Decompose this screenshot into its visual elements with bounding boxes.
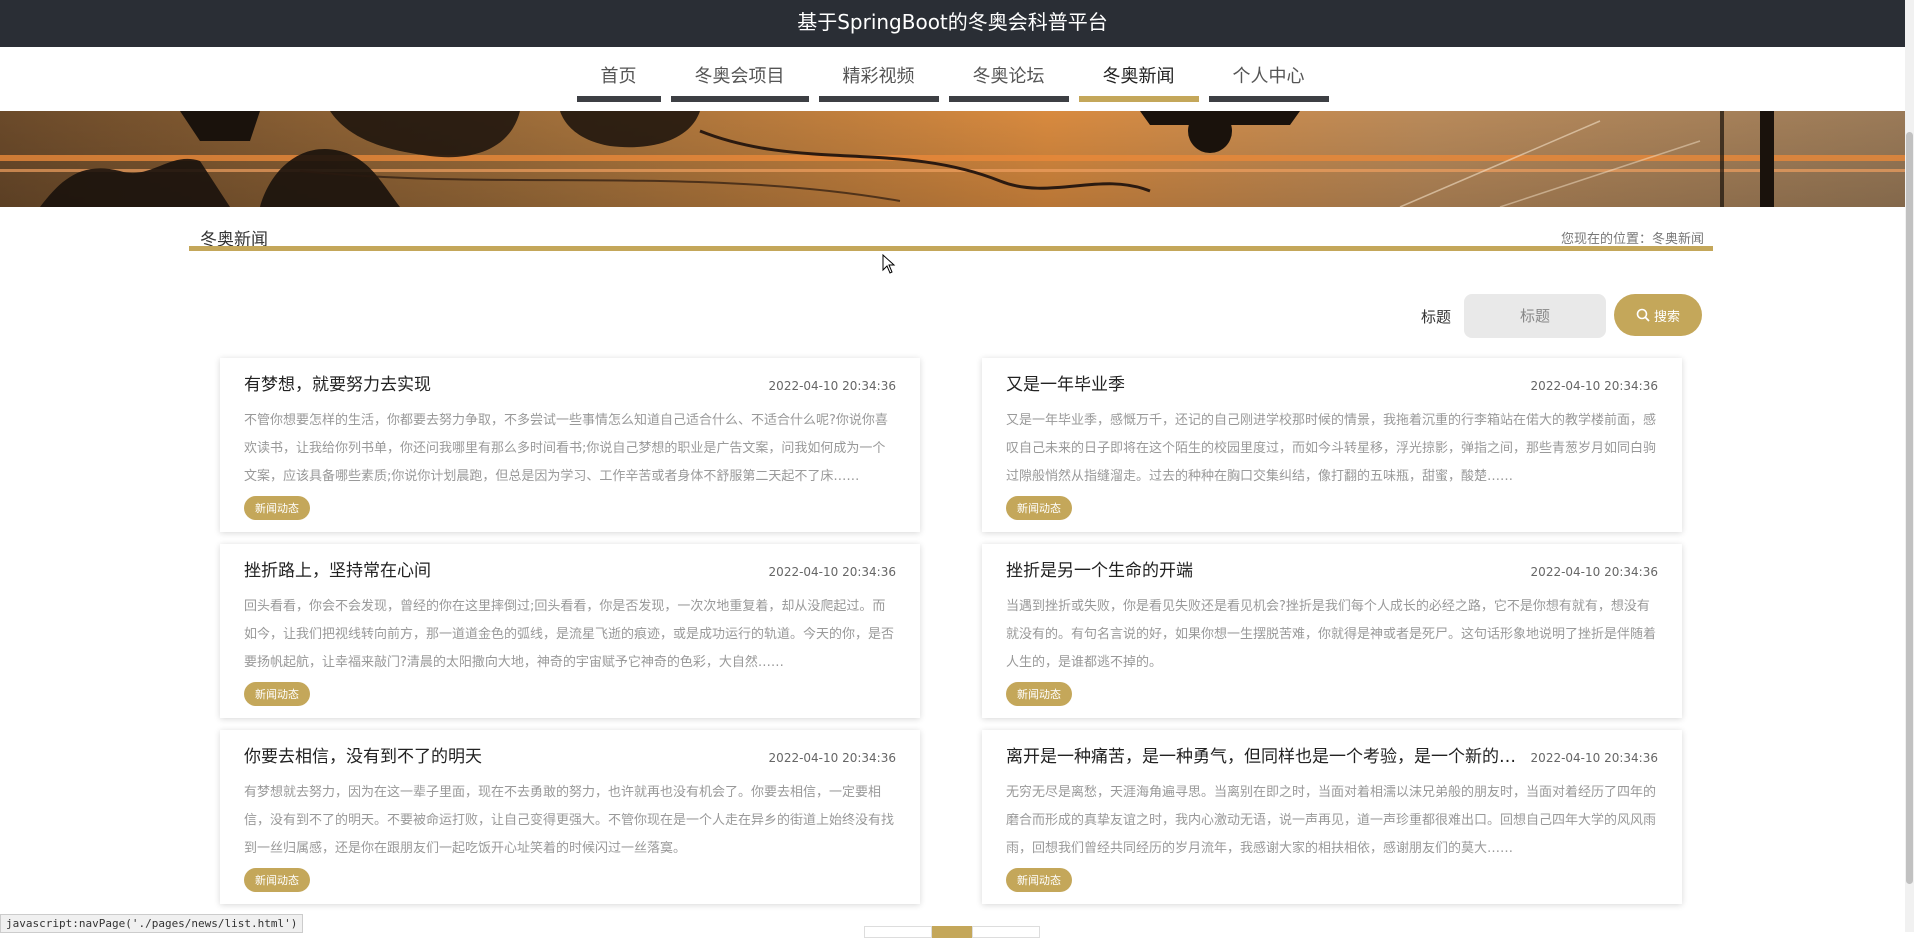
news-card[interactable]: 有梦想，就要努力去实现 2022-04-10 20:34:36 不管你想要怎样的… [220,358,920,532]
section-divider [189,246,1713,251]
news-title[interactable]: 你要去相信，没有到不了的明天 [244,742,482,767]
news-card[interactable]: 你要去相信，没有到不了的明天 2022-04-10 20:34:36 有梦想就去… [220,730,920,904]
nav-item-label: 冬奥论坛 [972,66,1045,87]
news-summary: 有梦想就去努力，因为在这一辈子里面，现在不去勇敢的努力，也许就再也没有机会了。你… [244,785,895,856]
site-header: 基于SpringBoot的冬奥会科普平台 [0,0,1905,47]
pagination [864,926,1040,938]
news-card[interactable]: 离开是一种痛苦，是一种勇气，但同样也是一个考验，是一个新的开始 2022-04-… [982,730,1682,904]
news-summary: 无穷无尽是离愁，天涯海角遍寻思。当离别在即之时，当面对着相濡以沫兄弟般的朋友时，… [1006,785,1657,856]
nav-item-forum[interactable]: 冬奥论坛 [948,62,1069,102]
news-title[interactable]: 离开是一种痛苦，是一种勇气，但同样也是一个考验，是一个新的开始 [1006,742,1531,767]
nav-item-events[interactable]: 冬奥会项目 [670,62,809,102]
news-tag: 新闻动态 [244,868,310,892]
news-tag: 新闻动态 [244,496,310,520]
news-tag: 新闻动态 [244,682,310,706]
nav-item-label: 冬奥新闻 [1102,66,1175,87]
status-bar-url: javascript:navPage('./pages/news/list.ht… [0,914,304,933]
news-summary: 回头看看，你会不会发现，曾经的你在这里摔倒过;回头看看，你是否发现，一次次地重复… [244,599,895,670]
nav-item-home[interactable]: 首页 [576,62,661,102]
news-title[interactable]: 又是一年毕业季 [1006,370,1125,395]
banner-silhouette [0,111,1905,207]
search-button[interactable]: 搜索 [1614,294,1702,336]
search-input[interactable] [1464,294,1606,338]
site-title: 基于SpringBoot的冬奥会科普平台 [797,10,1108,34]
news-date: 2022-04-10 20:34:36 [1530,565,1658,579]
nav-item-label: 首页 [600,66,637,87]
news-card[interactable]: 挫折是另一个生命的开端 2022-04-10 20:34:36 当遇到挫折或失败… [982,544,1682,718]
nav-item-profile[interactable]: 个人中心 [1208,62,1329,102]
breadcrumb: 您现在的位置：冬奥新闻 [1560,232,1704,247]
news-summary: 又是一年毕业季，感慨万千，还记的自己刚进学校那时候的情景，我拖着沉重的行李箱站在… [1006,413,1657,484]
news-date: 2022-04-10 20:34:36 [768,565,896,579]
scrollbar-thumb[interactable] [1906,132,1913,884]
search-label: 标题 [1421,308,1452,326]
mouse-cursor-icon [882,254,896,274]
news-date: 2022-04-10 20:34:36 [1530,379,1658,393]
nav-item-label: 冬奥会项目 [694,66,785,87]
nav-item-news[interactable]: 冬奥新闻 [1078,62,1199,102]
news-list: 有梦想，就要努力去实现 2022-04-10 20:34:36 不管你想要怎样的… [220,358,1682,904]
search-icon [1636,308,1650,322]
news-card[interactable]: 又是一年毕业季 2022-04-10 20:34:36 又是一年毕业季，感慨万千… [982,358,1682,532]
nav-item-label: 个人中心 [1232,66,1305,87]
pagination-page-current[interactable] [932,926,972,938]
news-tag: 新闻动态 [1006,496,1072,520]
nav-item-label: 精彩视频 [842,66,915,87]
news-date: 2022-04-10 20:34:36 [1530,751,1658,765]
main-nav: 首页 冬奥会项目 精彩视频 冬奥论坛 冬奥新闻 个人中心 [0,47,1905,111]
page-scrollbar[interactable] [1905,0,1914,932]
banner-image [0,111,1905,207]
news-tag: 新闻动态 [1006,682,1072,706]
news-title[interactable]: 挫折是另一个生命的开端 [1006,556,1193,581]
search-button-label: 搜索 [1653,309,1680,325]
pagination-prev[interactable] [864,926,932,938]
nav-item-videos[interactable]: 精彩视频 [818,62,939,102]
news-title[interactable]: 挫折路上，坚持常在心间 [244,556,431,581]
news-summary: 不管你想要怎样的生活，你都要去努力争取，不多尝试一些事情怎么知道自己适合什么、不… [244,413,888,484]
pagination-next[interactable] [972,926,1040,938]
news-date: 2022-04-10 20:34:36 [768,379,896,393]
news-card[interactable]: 挫折路上，坚持常在心间 2022-04-10 20:34:36 回头看看，你会不… [220,544,920,718]
news-summary: 当遇到挫折或失败，你是看见失败还是看见机会?挫折是我们每个人成长的必经之路，它不… [1006,599,1657,670]
news-tag: 新闻动态 [1006,868,1072,892]
news-date: 2022-04-10 20:34:36 [768,751,896,765]
news-title[interactable]: 有梦想，就要努力去实现 [244,370,431,395]
